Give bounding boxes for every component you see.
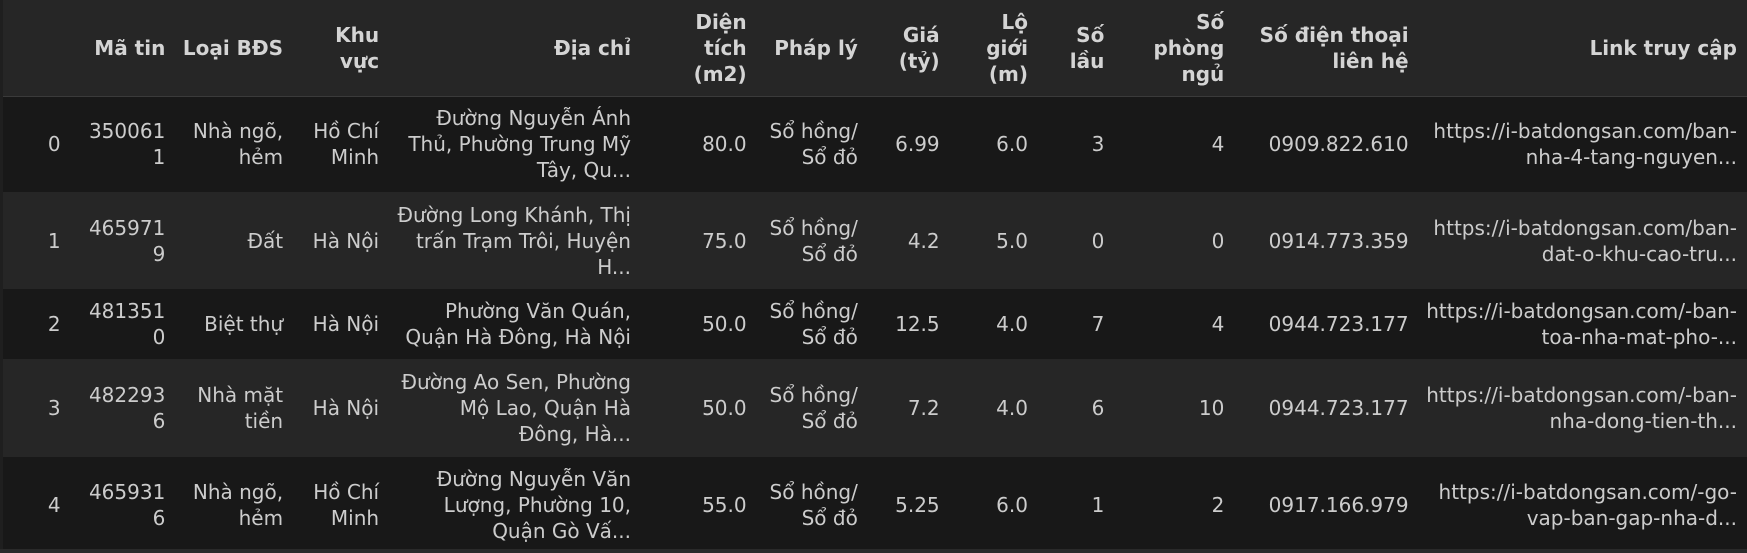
cell-loai-bds: Nhà ngõ, hẻm [192,119,284,170]
cell-ma-tin: 4822936 [88,383,166,433]
cell-lo-gioi: 5.0 [996,228,1028,253]
cell-phap-ly: Sổ hồng/ Sổ đỏ [769,215,858,266]
cell-phap-ly: Sổ hồng/ Sổ đỏ [769,299,858,349]
cell-dia-chi: Đường Nguyễn Ánh Thủ, Phường Trung Mỹ Tâ… [408,106,631,183]
cell-link: https://i-batdongsan.com/ban-nha-4-tang-… [1433,119,1737,170]
cell-index: 3 [47,396,61,420]
table-row: 4 4659316 Nhà ngõ, hẻm Hồ Chí Minh Đường… [3,457,1747,552]
cell-so-dien-thoai: 0914.773.359 [1268,228,1409,253]
header-so-phong-ngu: Số phòng ngủ [1114,0,1235,97]
cell-link: https://i-batdongsan.com/-ban-nha-dong-t… [1426,383,1737,433]
dataframe-output: Mã tin Loại BĐS Khu vực Địa chỉ Diện tíc… [3,0,1747,553]
table-header-row: Mã tin Loại BĐS Khu vực Địa chỉ Diện tíc… [3,0,1747,97]
cell-so-lau: 7 [1091,312,1105,336]
cell-dia-chi: Đường Long Khánh, Thị trấn Trạm Trôi, Hu… [397,202,631,279]
cell-gia: 4.2 [907,228,940,253]
cell-dien-tich: 80.0 [702,132,747,157]
header-dien-tich: Diện tích (m2) [641,0,757,97]
cell-khu-vuc: Hồ Chí Minh [313,119,380,170]
table-row: 1 4659719 Đất Hà Nội Đường Long Khánh, T… [3,192,1747,289]
header-loai-bds: Loại BĐS [175,0,294,97]
cell-so-lau: 3 [1091,132,1105,157]
header-so-dien-thoai: Số điện thoại liên hệ [1234,0,1419,97]
cell-so-dien-thoai: 0944.723.177 [1268,312,1409,336]
cell-phap-ly: Sổ hồng/ Sổ đỏ [769,383,858,433]
cell-index: 1 [47,228,61,253]
cell-loai-bds: Nhà ngõ, hẻm [192,479,284,530]
cell-link: https://i-batdongsan.com/-go-vap-ban-gap… [1438,479,1737,530]
cell-so-phong-ngu: 10 [1198,396,1225,420]
header-gia: Giá (tỷ) [867,0,950,97]
header-so-lau: Số lầu [1037,0,1115,97]
cell-so-dien-thoai: 0944.723.177 [1268,396,1409,420]
cell-dien-tich: 50.0 [702,396,747,420]
cell-lo-gioi: 6.0 [996,492,1028,517]
cell-index: 0 [47,132,61,157]
cell-dia-chi: Phường Văn Quán, Quận Hà Đông, Hà Nội [405,299,631,349]
header-ma-tin: Mã tin [70,0,176,97]
output-bottom-edge [0,549,1747,553]
cell-dien-tich: 55.0 [702,492,747,517]
cell-gia: 12.5 [895,312,940,336]
cell-lo-gioi: 6.0 [996,132,1028,157]
cell-dia-chi: Đường Nguyễn Văn Lượng, Phường 10, Quận … [436,466,631,543]
header-dia-chi: Địa chỉ [389,0,641,97]
cell-phap-ly: Sổ hồng/ Sổ đỏ [769,119,858,170]
cell-loai-bds: Nhà mặt tiền [197,383,284,433]
cell-khu-vuc: Hồ Chí Minh [313,479,380,530]
cell-khu-vuc: Hà Nội [312,396,380,420]
cell-ma-tin: 4813510 [88,299,166,349]
cell-phap-ly: Sổ hồng/ Sổ đỏ [769,479,858,530]
cell-so-phong-ngu: 4 [1211,132,1225,157]
cell-lo-gioi: 4.0 [996,312,1028,336]
cell-khu-vuc: Hà Nội [312,228,380,253]
table-row: 2 4813510 Biệt thự Hà Nội Phường Văn Quá… [3,289,1747,359]
cell-index: 2 [47,312,61,336]
cell-so-lau: 6 [1091,396,1105,420]
cell-index: 4 [47,492,61,517]
cell-loai-bds: Biệt thự [204,312,284,336]
cell-so-lau: 0 [1091,228,1105,253]
cell-ma-tin: 4659719 [88,215,166,266]
cell-so-dien-thoai: 0917.166.979 [1268,492,1409,517]
cell-ma-tin: 3500611 [88,119,166,170]
header-khu-vuc: Khu vực [293,0,390,97]
cell-lo-gioi: 4.0 [996,396,1028,420]
table-row: 0 3500611 Nhà ngõ, hẻm Hồ Chí Minh Đường… [3,96,1747,192]
dataframe-table: Mã tin Loại BĐS Khu vực Địa chỉ Diện tíc… [3,0,1747,552]
header-link: Link truy cập [1418,0,1747,97]
header-lo-gioi: Lộ giới (m) [949,0,1038,97]
cell-so-dien-thoai: 0909.822.610 [1268,132,1409,157]
cell-link: https://i-batdongsan.com/-ban-toa-nha-ma… [1426,299,1737,349]
header-phap-ly: Pháp lý [756,0,868,97]
cell-so-phong-ngu: 0 [1211,228,1225,253]
cell-dien-tich: 50.0 [702,312,747,336]
cell-link: https://i-batdongsan.com/ban-dat-o-khu-c… [1433,215,1737,266]
cell-gia: 6.99 [895,132,940,157]
cell-so-phong-ngu: 2 [1211,492,1225,517]
cell-gia: 5.25 [895,492,940,517]
cell-dia-chi: Đường Ao Sen, Phường Mộ Lao, Quận Hà Đôn… [401,370,631,446]
cell-so-lau: 1 [1091,492,1105,517]
header-index [3,0,71,97]
cell-dien-tich: 75.0 [702,228,747,253]
table-row: 3 4822936 Nhà mặt tiền Hà Nội Đường Ao S… [3,359,1747,457]
cell-so-phong-ngu: 4 [1211,312,1225,336]
cell-ma-tin: 4659316 [88,479,166,530]
cell-loai-bds: Đất [247,228,284,253]
cell-khu-vuc: Hà Nội [312,312,380,336]
cell-gia: 7.2 [907,396,940,420]
